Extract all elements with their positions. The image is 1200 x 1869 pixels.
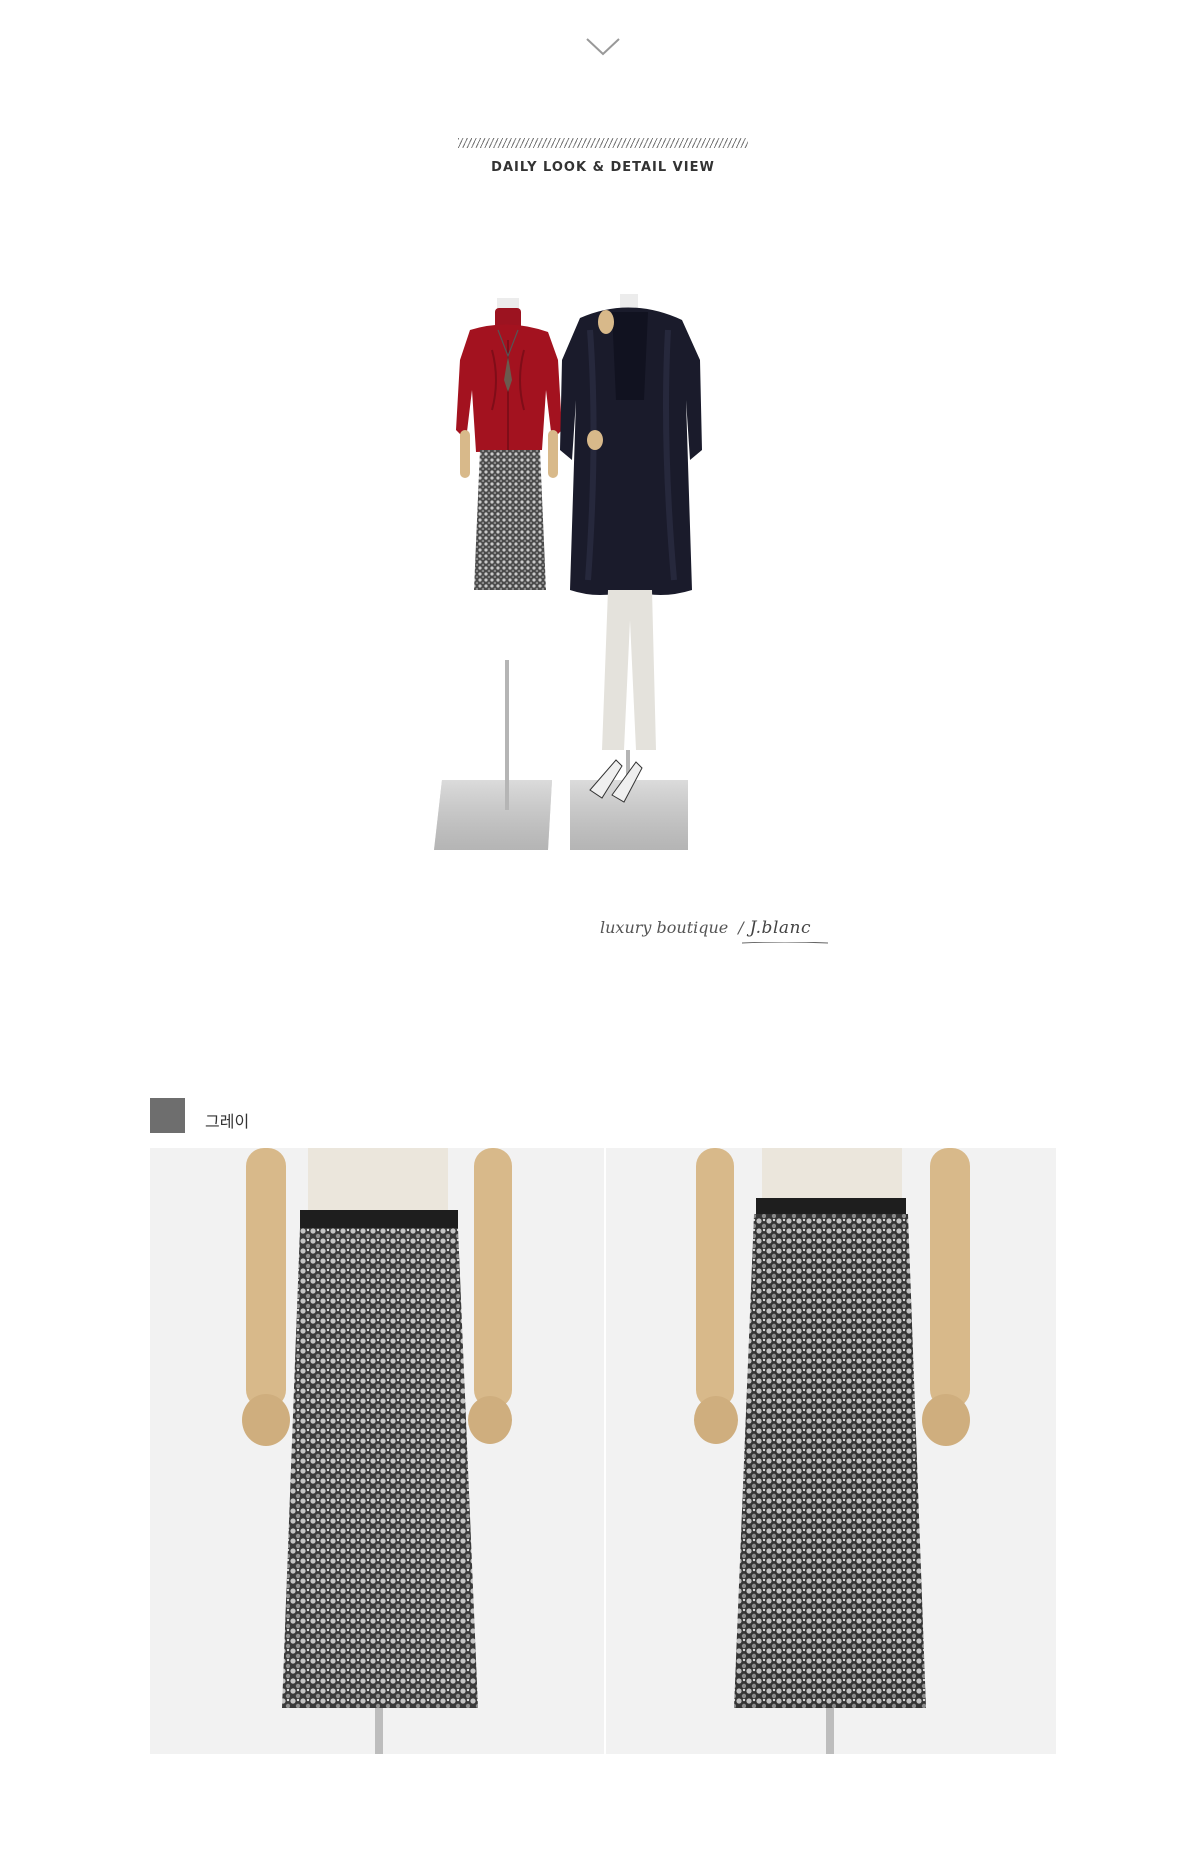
tagline-text: luxury boutique xyxy=(600,918,729,937)
skirt-front-photo xyxy=(150,1148,604,1754)
mannequin-left xyxy=(434,298,562,850)
color-swatch-label: 그레이 xyxy=(205,1112,250,1131)
color-swatch-gray xyxy=(150,1098,185,1133)
header-hatch-divider xyxy=(458,138,748,148)
signature-flourish xyxy=(742,942,828,944)
daily-look-photo xyxy=(434,294,702,850)
brand-tagline: luxury boutique / J.blanc xyxy=(600,918,811,938)
chevron-down-icon xyxy=(586,38,620,56)
signature-icon: J.blanc xyxy=(749,918,811,938)
tagline-separator: / xyxy=(738,918,744,937)
section-title: DAILY LOOK & DETAIL VIEW xyxy=(491,160,715,175)
skirt-back-photo xyxy=(606,1148,1056,1754)
mannequin-right xyxy=(560,294,702,850)
